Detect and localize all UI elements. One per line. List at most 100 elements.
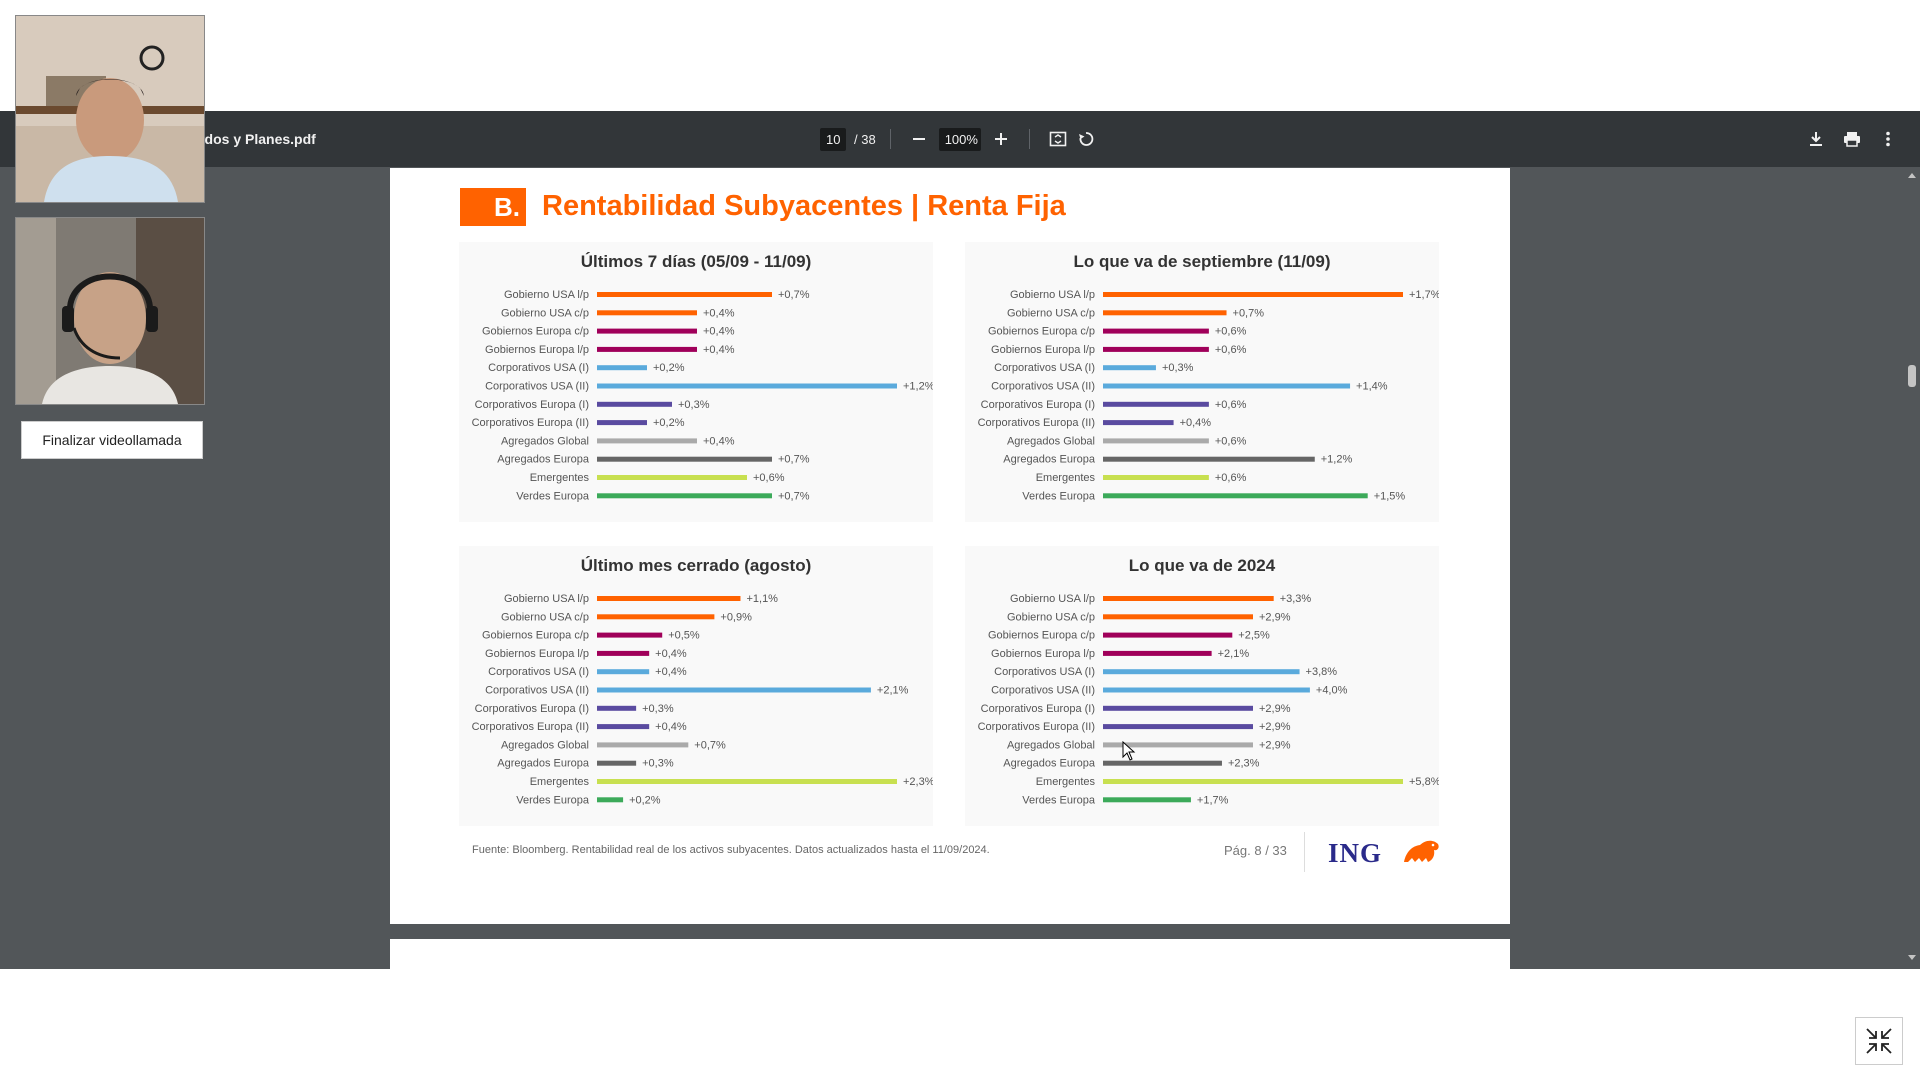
lion-icon [1404,840,1439,862]
file-name: ndos y Planes.pdf [196,131,316,147]
print-icon[interactable] [1838,125,1866,153]
rotate-icon[interactable] [1072,125,1100,153]
category-label-gobierno-usa-c-p: Gobierno USA c/p [501,307,589,319]
value-label-emergentes: +0,6% [1215,472,1247,484]
value-label-gobiernos-europa-l-p: +0,4% [655,648,687,660]
value-label-agregados-global: +0,4% [703,435,735,447]
bar-gobiernos-europa-l-p [1103,346,1209,352]
bar-gobierno-usa-l-p [1103,292,1403,297]
bar-gobierno-usa-l-p [597,292,772,297]
category-label-gobiernos-europa-c-p: Gobiernos Europa c/p [988,326,1095,338]
section-badge: B. [460,188,526,226]
category-label-verdes-europa: Verdes Europa [1022,490,1096,502]
value-label-agregados-global: +0,7% [694,739,726,751]
zoom-in-icon[interactable] [987,125,1015,153]
divider [1304,832,1305,872]
value-label-corporativos-europa-ii: +0,4% [655,721,687,733]
bar-agregados-europa [1103,456,1315,462]
bar-emergentes [1103,475,1209,480]
value-label-agregados-europa: +1,2% [1321,454,1353,466]
category-label-corporativos-usa-i: Corporativos USA (I) [488,666,589,678]
value-label-agregados-europa: +2,3% [1228,758,1260,770]
bar-emergentes [597,779,897,784]
category-label-corporativos-usa-ii: Corporativos USA (II) [991,381,1095,393]
category-label-verdes-europa: Verdes Europa [516,490,590,502]
category-label-corporativos-usa-i: Corporativos USA (I) [994,666,1095,678]
more-options-icon[interactable] [1874,125,1902,153]
value-label-corporativos-usa-i: +0,4% [655,666,687,678]
exit-fullscreen-icon[interactable] [1855,1017,1903,1065]
scroll-down-icon[interactable] [1908,955,1916,960]
category-label-verdes-europa: Verdes Europa [516,794,590,806]
category-label-corporativos-europa-ii: Corporativos Europa (II) [472,417,589,429]
category-label-emergentes: Emergentes [530,472,590,484]
end-call-button[interactable]: Finalizar videollamada [21,421,203,459]
bar-agregados-europa [1103,760,1222,766]
ing-logo: ING [1328,838,1383,868]
scroll-up-icon[interactable] [1908,173,1916,178]
download-icon[interactable] [1802,125,1830,153]
value-label-corporativos-usa-ii: +2,1% [877,685,909,697]
value-label-corporativos-europa-ii: +2,9% [1259,721,1291,733]
bar-corporativos-europa-i [1103,401,1209,407]
chart-7-dias: Gobierno USA l/p +0,7% Gobierno USA c/p +0,… [472,289,933,502]
bar-verdes-europa [597,797,624,803]
bar-corporativos-europa-ii [1103,420,1174,426]
value-label-gobierno-usa-c-p: +2,9% [1259,611,1291,623]
fit-page-icon[interactable] [1044,125,1072,153]
bar-corporativos-usa-ii [597,383,897,389]
bar-corporativos-europa-i [597,401,672,407]
value-label-gobierno-usa-l-p: +1,1% [746,593,778,605]
value-label-corporativos-usa-i: +0,2% [653,362,685,374]
category-label-corporativos-usa-ii: Corporativos USA (II) [991,685,1095,697]
page-number-input[interactable]: 10 [820,127,846,151]
scrollbar[interactable] [1904,167,1920,969]
category-label-agregados-global: Agregados Global [1007,739,1095,751]
bar-agregados-europa [597,456,772,462]
category-label-agregados-global: Agregados Global [501,435,589,447]
zoom-input[interactable]: 100% [938,127,981,151]
category-label-gobiernos-europa-l-p: Gobiernos Europa l/p [991,344,1095,356]
value-label-corporativos-europa-i: +2,9% [1259,703,1291,715]
category-label-gobiernos-europa-c-p: Gobiernos Europa c/p [482,630,589,642]
bar-agregados-global [597,438,697,444]
value-label-corporativos-europa-ii: +0,4% [1180,417,1212,429]
category-label-corporativos-usa-ii: Corporativos USA (II) [485,685,589,697]
category-label-gobiernos-europa-l-p: Gobiernos Europa l/p [485,648,589,660]
value-label-gobiernos-europa-c-p: +2,5% [1238,630,1270,642]
category-label-agregados-europa: Agregados Europa [1003,758,1096,770]
page-controls: 10 / 38 100% [820,125,1100,153]
value-label-gobierno-usa-c-p: +0,4% [703,307,735,319]
page-title: Rentabilidad Subyacentes | Renta Fija [542,190,1066,222]
bar-gobiernos-europa-c-p [1103,632,1233,638]
category-label-corporativos-usa-i: Corporativos USA (I) [488,362,589,374]
category-label-gobierno-usa-c-p: Gobierno USA c/p [501,611,589,623]
chart-title: Último mes cerrado (agosto) [580,556,812,575]
category-label-agregados-europa: Agregados Europa [497,454,590,466]
value-label-emergentes: +2,3% [903,776,933,788]
category-label-corporativos-europa-i: Corporativos Europa (I) [475,703,589,715]
bar-verdes-europa [1103,797,1191,803]
value-label-verdes-europa: +0,2% [629,794,661,806]
value-label-corporativos-usa-ii: +4,0% [1316,685,1348,697]
bar-emergentes [597,475,747,480]
bar-gobierno-usa-c-p [1103,614,1253,620]
divider [889,129,891,149]
value-label-corporativos-europa-i: +0,3% [678,399,710,411]
page-total: / 38 [854,131,876,147]
bar-agregados-global [1103,438,1209,444]
value-label-verdes-europa: +1,7% [1197,794,1229,806]
zoom-out-icon[interactable] [905,125,933,153]
video-tile-participant-1 [15,15,205,203]
value-label-corporativos-usa-ii: +1,4% [1356,381,1388,393]
scrollbar-thumb[interactable] [1908,365,1916,387]
chart-title: Lo que va de 2024 [1128,556,1276,575]
value-label-agregados-europa: +0,7% [778,454,810,466]
category-label-gobiernos-europa-l-p: Gobiernos Europa l/p [485,344,589,356]
bar-corporativos-usa-i [597,669,650,675]
mouse-cursor-icon [1122,741,1136,761]
value-label-agregados-global: +0,6% [1215,435,1247,447]
value-label-corporativos-europa-i: +0,3% [642,703,674,715]
value-label-gobiernos-europa-l-p: +0,4% [703,344,735,356]
category-label-corporativos-europa-i: Corporativos Europa (I) [981,399,1095,411]
